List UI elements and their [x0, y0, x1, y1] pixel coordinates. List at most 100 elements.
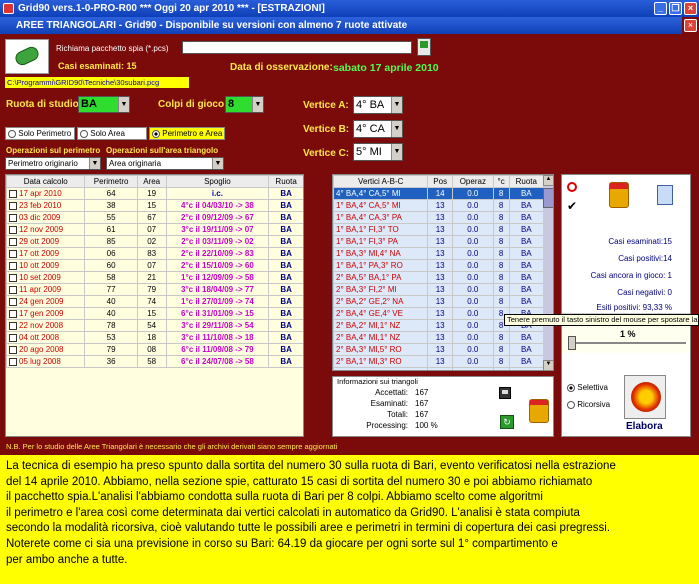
chevron-down-icon[interactable]: ▼ [391, 97, 402, 113]
checkbox-icon[interactable] [9, 213, 17, 222]
jar-icon[interactable] [529, 399, 549, 423]
spia-package-button[interactable] [5, 39, 49, 74]
table-row[interactable]: 2° BA,4° MI,1° NZ 13 0.0 8 BA [333, 331, 545, 344]
computer-icon[interactable] [417, 38, 431, 56]
chevron-down-icon[interactable]: ▼ [391, 121, 402, 137]
checkbox-icon[interactable] [9, 261, 17, 270]
op-area-select[interactable]: Area originaria ▼ [106, 157, 224, 170]
spia-file-input[interactable] [182, 41, 412, 54]
checkbox-icon[interactable] [9, 237, 17, 246]
table-row[interactable]: 22 nov 2008 78 54 3°c il 29/11/08 -> 54 BA [6, 319, 303, 332]
results-header-2[interactable]: Area [136, 175, 167, 188]
jar-icon[interactable] [609, 182, 629, 208]
checkbox-icon[interactable] [9, 285, 17, 294]
vertices-header-1[interactable]: Pos [427, 175, 453, 188]
checkbox-icon[interactable] [9, 345, 17, 354]
results-header-1[interactable]: Perimetro [84, 175, 138, 188]
table-row[interactable]: 1° BA,4° CA,5° MI 13 0.0 8 BA [333, 199, 545, 212]
table-row[interactable]: 2° BA,1° MI,3° RO 13 0.0 8 BA [333, 355, 545, 368]
vertice-a-select[interactable]: 4° BA ▼ [353, 96, 403, 114]
cancel-icon[interactable] [567, 182, 577, 192]
scroll-down-icon[interactable]: ▼ [543, 360, 553, 370]
chevron-down-icon[interactable]: ▼ [252, 97, 263, 112]
table-row[interactable]: 10 ott 2009 60 07 2°c il 15/10/09 -> 60 BA [6, 259, 303, 272]
results-header-3[interactable]: Spoglio [165, 175, 270, 188]
table-row[interactable]: 2° BA,5° BA,1° PA 13 0.0 8 BA [333, 271, 545, 284]
percent-slider-thumb[interactable] [568, 336, 576, 350]
table-row[interactable]: 24 gen 2009 40 74 1°c il 27/01/09 -> 74 BA [6, 295, 303, 308]
checkbox-icon[interactable] [9, 333, 17, 342]
table-cell: 2°c il 22/10/09 -> 83 [165, 247, 270, 260]
checkbox-icon[interactable] [9, 225, 17, 234]
checkbox-icon[interactable] [9, 357, 17, 366]
results-header-4[interactable]: Ruota [268, 175, 303, 188]
vertices-header-3[interactable]: °c [492, 175, 510, 188]
vertice-a-label: Vertice A: [303, 100, 349, 111]
elabora-button[interactable] [624, 375, 666, 419]
checkbox-icon[interactable] [9, 273, 17, 282]
refresh-icon[interactable]: ↻ [500, 415, 514, 429]
save-icon[interactable] [499, 387, 511, 399]
table-row[interactable]: 1° BA,3° MI,4° NA 13 0.0 8 BA [333, 247, 545, 260]
vertices-header-2[interactable]: Operaz [451, 175, 494, 188]
table-row[interactable]: 4° BA,4° CA,5° MI 14 0.0 8 BA [333, 187, 545, 200]
table-row[interactable]: 11 apr 2009 77 79 3°c il 18/04/09 -> 77 BA [6, 283, 303, 296]
chevron-down-icon[interactable]: ▼ [212, 158, 223, 169]
scroll-up-icon[interactable]: ▲ [543, 175, 553, 186]
checkmark-icon[interactable]: ✔ [567, 199, 577, 213]
close-icon[interactable]: × [684, 2, 697, 15]
radio-perimetro-area[interactable]: Perimetro e Area [149, 127, 225, 140]
table-row[interactable]: 1° BA,1° FI,3° PA 13 0.0 8 BA [333, 235, 545, 248]
table-row[interactable]: 29 ott 2009 85 02 2°c il 03/11/09 -> 02 BA [6, 235, 303, 248]
table-row[interactable]: 2° BA,3° FI,2° MI 13 0.0 8 BA [333, 283, 545, 296]
table-row[interactable]: 05 lug 2008 36 58 6°c il 24/07/08 -> 58 BA [6, 355, 303, 368]
colpi-select[interactable]: 8 ▼ [225, 96, 264, 113]
table-row[interactable]: 17 ott 2009 06 83 2°c il 22/10/09 -> 83 BA [6, 247, 303, 260]
table-row[interactable]: 17 gen 2009 40 15 6°c il 31/01/09 -> 15 BA [6, 307, 303, 320]
minimize-icon[interactable]: _ [654, 2, 667, 15]
table-row[interactable]: 03 dic 2009 55 67 2°c il 09/12/09 -> 67 BA [6, 211, 303, 224]
checkbox-icon[interactable] [9, 189, 17, 198]
results-header-0[interactable]: Data calcolo [6, 175, 86, 188]
vertices-header-0[interactable]: Vertici A-B-C [333, 175, 429, 188]
table-row[interactable]: 1° BA,4° CA,3° PA 13 0.0 8 BA [333, 211, 545, 224]
table-cell: i.c. [165, 187, 270, 200]
vertices-scrollbar[interactable]: ▲ ▼ [543, 175, 553, 370]
close-child-icon[interactable]: × [684, 19, 697, 32]
restore-icon[interactable]: ❐ [669, 2, 682, 15]
radio-ricorsiva[interactable]: Ricorsiva [567, 400, 610, 409]
table-row[interactable]: 1° BA,1° FI,3° TO 13 0.0 8 BA [333, 223, 545, 236]
checkbox-icon[interactable] [9, 249, 17, 258]
percent-slider-track[interactable] [568, 342, 686, 344]
radio-selettiva[interactable]: Selettiva [567, 383, 608, 392]
table-row[interactable]: 12 nov 2009 61 07 3°c il 19/11/09 -> 07 BA [6, 223, 303, 236]
table-row[interactable]: 1° BA,1° PA,3° RO 13 0.0 8 BA [333, 259, 545, 272]
notepad-icon[interactable] [657, 185, 673, 205]
radio-solo-perimetro-label: Solo Perimetro [18, 129, 72, 138]
vertice-b-select[interactable]: 4° CA ▼ [353, 120, 403, 138]
vertice-c-select[interactable]: 5° MI ▼ [353, 143, 403, 161]
vertices-header-4[interactable]: Ruota [508, 175, 545, 188]
ruota-select[interactable]: BA ▼ [78, 96, 130, 113]
table-row[interactable]: 2° BA,2° GE,2° NA 13 0.0 8 BA [333, 295, 545, 308]
table-row[interactable]: 2° BA,3° MI,5° RO 13 0.0 8 BA [333, 343, 545, 356]
op-perimetro-select[interactable]: Perimetro originario ▼ [5, 157, 101, 170]
table-cell: 60 [84, 259, 138, 272]
checkbox-icon[interactable] [9, 309, 17, 318]
table-row[interactable]: 20 ago 2008 79 08 6°c il 11/09/08 -> 79 BA [6, 343, 303, 356]
checkbox-icon[interactable] [9, 297, 17, 306]
checkbox-icon[interactable] [9, 201, 17, 210]
table-cell: 8 [492, 259, 510, 272]
table-row[interactable]: 23 feb 2010 38 15 4°c il 04/03/10 -> 38 BA [6, 199, 303, 212]
table-row[interactable]: 17 apr 2010 64 19 i.c. BA [6, 187, 303, 200]
chevron-down-icon[interactable]: ▼ [89, 158, 100, 169]
chevron-down-icon[interactable]: ▼ [118, 97, 129, 112]
radio-solo-perimetro[interactable]: Solo Perimetro [5, 127, 75, 140]
table-row[interactable]: 04 ott 2008 53 18 3°c il 11/10/08 -> 18 BA [6, 331, 303, 344]
table-row[interactable]: 2° BA,3° NA,2° VE130.08BA [333, 367, 545, 370]
checkbox-icon[interactable] [9, 321, 17, 330]
table-row[interactable]: 10 set 2009 58 21 1°c il 12/09/09 -> 58 BA [6, 271, 303, 284]
scroll-thumb[interactable] [543, 188, 553, 208]
radio-solo-area[interactable]: Solo Area [77, 127, 147, 140]
chevron-down-icon[interactable]: ▼ [391, 144, 402, 160]
